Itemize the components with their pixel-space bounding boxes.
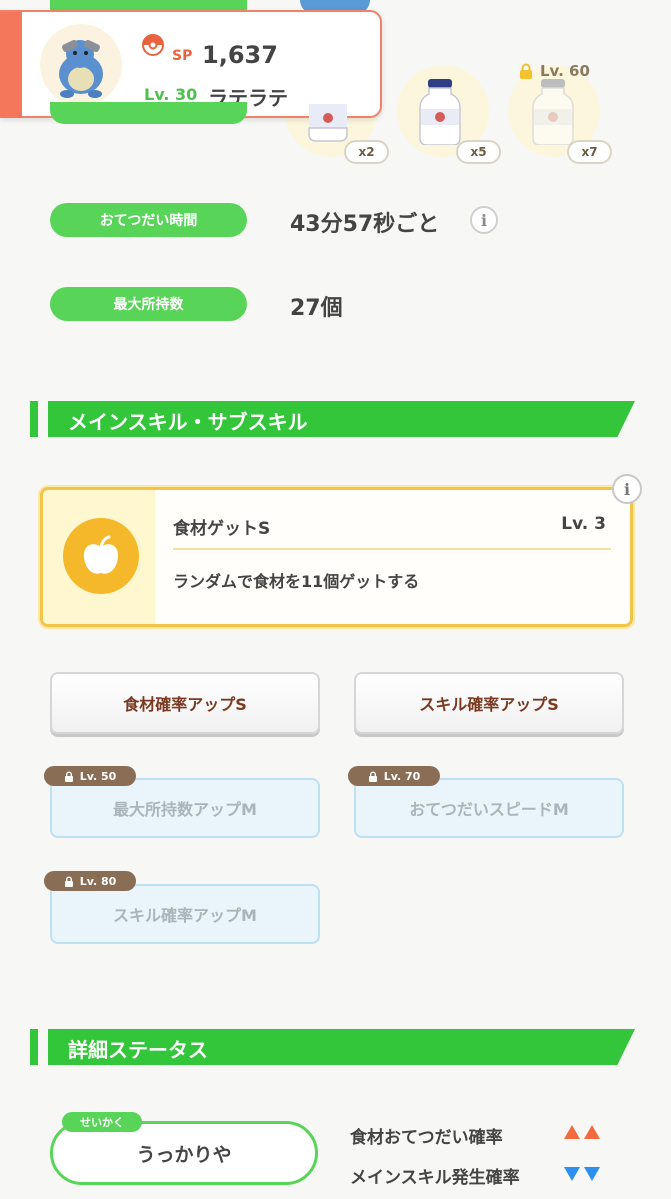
main-skill-icon-panel xyxy=(43,490,155,624)
skills-section-header: メインスキル・サブスキル xyxy=(30,401,635,437)
main-skill-description: ランダムで食材を11個ゲットする xyxy=(173,572,420,591)
nature-tag: せいかく xyxy=(62,1112,142,1132)
sub-skill-5-lock-level: Lv. 80 xyxy=(79,874,117,888)
ingredient-lock-level: Lv. 60 xyxy=(518,62,590,80)
main-skill-level: Lv. 3 xyxy=(561,514,606,534)
ingredient-count-2: x5 xyxy=(456,140,501,164)
sub-skill-5-button[interactable]: スキル確率アップM xyxy=(50,884,320,944)
help-time-info-button[interactable]: i xyxy=(470,206,498,234)
sub-skill-3-lock-tag: Lv. 50 xyxy=(44,766,136,786)
help-time-label: おてつだい時間 xyxy=(50,203,247,237)
ingredient-count-1: x2 xyxy=(344,140,389,164)
ingredient-count-3: x7 xyxy=(567,140,612,164)
lock-icon xyxy=(64,876,73,887)
up-arrow-icon xyxy=(584,1125,600,1139)
lock-icon xyxy=(368,771,377,782)
nature-effect-2-label: メインスキル発生確率 xyxy=(350,1168,520,1188)
milk-bottle-icon xyxy=(419,79,461,145)
ingredient-lock-level-text: Lv. 60 xyxy=(540,62,590,80)
section-header-bar xyxy=(30,1029,38,1065)
apple-icon xyxy=(83,535,119,574)
nature-effect-1-arrows xyxy=(563,1124,601,1140)
nature-effect-2-arrows xyxy=(563,1166,601,1182)
sp-value: 1,637 xyxy=(202,41,278,69)
max-carry-label: 最大所持数 xyxy=(50,287,247,321)
popup-accent-stripe xyxy=(0,12,22,118)
main-skill-info-button[interactable]: i xyxy=(612,474,642,504)
sub-skill-3-lock-level: Lv. 50 xyxy=(79,769,117,783)
sub-skill-4-lock-level: Lv. 70 xyxy=(383,769,421,783)
down-arrow-icon xyxy=(564,1167,580,1181)
milk-bottle-icon-partial xyxy=(308,104,348,142)
section-header-bar xyxy=(30,401,38,437)
lock-icon xyxy=(64,771,73,782)
help-time-value: 43分57秒ごと xyxy=(290,212,440,237)
details-section-header: 詳細ステータス xyxy=(30,1029,635,1065)
down-arrow-icon xyxy=(584,1167,600,1181)
lock-icon xyxy=(520,63,532,79)
main-skill-card[interactable]: 食材ゲットS Lv. 3 ランダムで食材を11個ゲットする xyxy=(40,487,633,627)
main-skill-divider xyxy=(173,548,611,550)
main-skill-name: 食材ゲットS xyxy=(173,519,271,539)
pokeball-sp-icon xyxy=(142,34,164,56)
sub-skill-4-button[interactable]: おてつだいスピードM xyxy=(354,778,624,838)
sub-skill-4-lock-tag: Lv. 70 xyxy=(348,766,440,786)
sub-skill-2-button[interactable]: スキル確率アップS xyxy=(354,672,624,734)
max-carry-value: 27個 xyxy=(290,296,343,321)
nature-effect-1-label: 食材おてつだい確率 xyxy=(350,1128,503,1148)
scrolled-pill-behind-popup xyxy=(50,102,247,124)
up-arrow-icon xyxy=(564,1125,580,1139)
sub-skill-5-lock-tag: Lv. 80 xyxy=(44,871,136,891)
skills-section-title: メインスキル・サブスキル xyxy=(68,410,308,434)
pokemon-avatar xyxy=(40,24,122,106)
details-section-title: 詳細ステータス xyxy=(68,1038,208,1062)
main-skill-icon-circle xyxy=(63,518,139,594)
milk-bottle-locked-icon xyxy=(532,79,574,145)
sp-label: SP xyxy=(172,48,193,64)
pokemon-portrait-icon xyxy=(59,39,103,98)
sub-skill-3-button[interactable]: 最大所持数アップM xyxy=(50,778,320,838)
sub-skill-1-button[interactable]: 食材確率アップS xyxy=(50,672,320,734)
